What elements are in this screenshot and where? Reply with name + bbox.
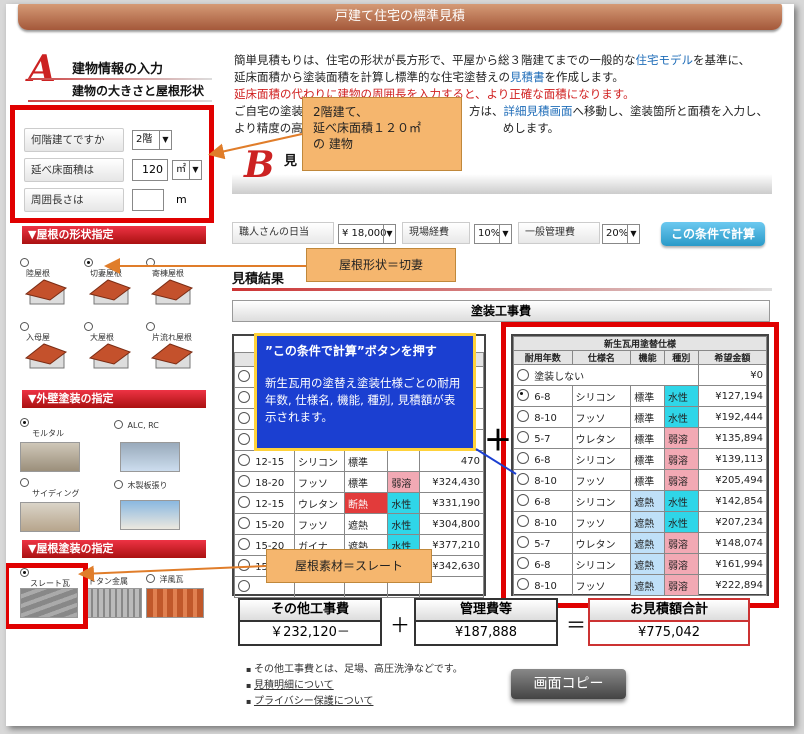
callout-arrows [78,133,517,582]
page: 戸建て住宅の標準見積 A 建物情報の入力 建物の大きさと屋根形状 簡単見積もりは… [6,4,794,726]
arrow-icon [475,448,517,475]
arrow-icon [208,133,303,160]
arrow-icon [78,565,267,582]
